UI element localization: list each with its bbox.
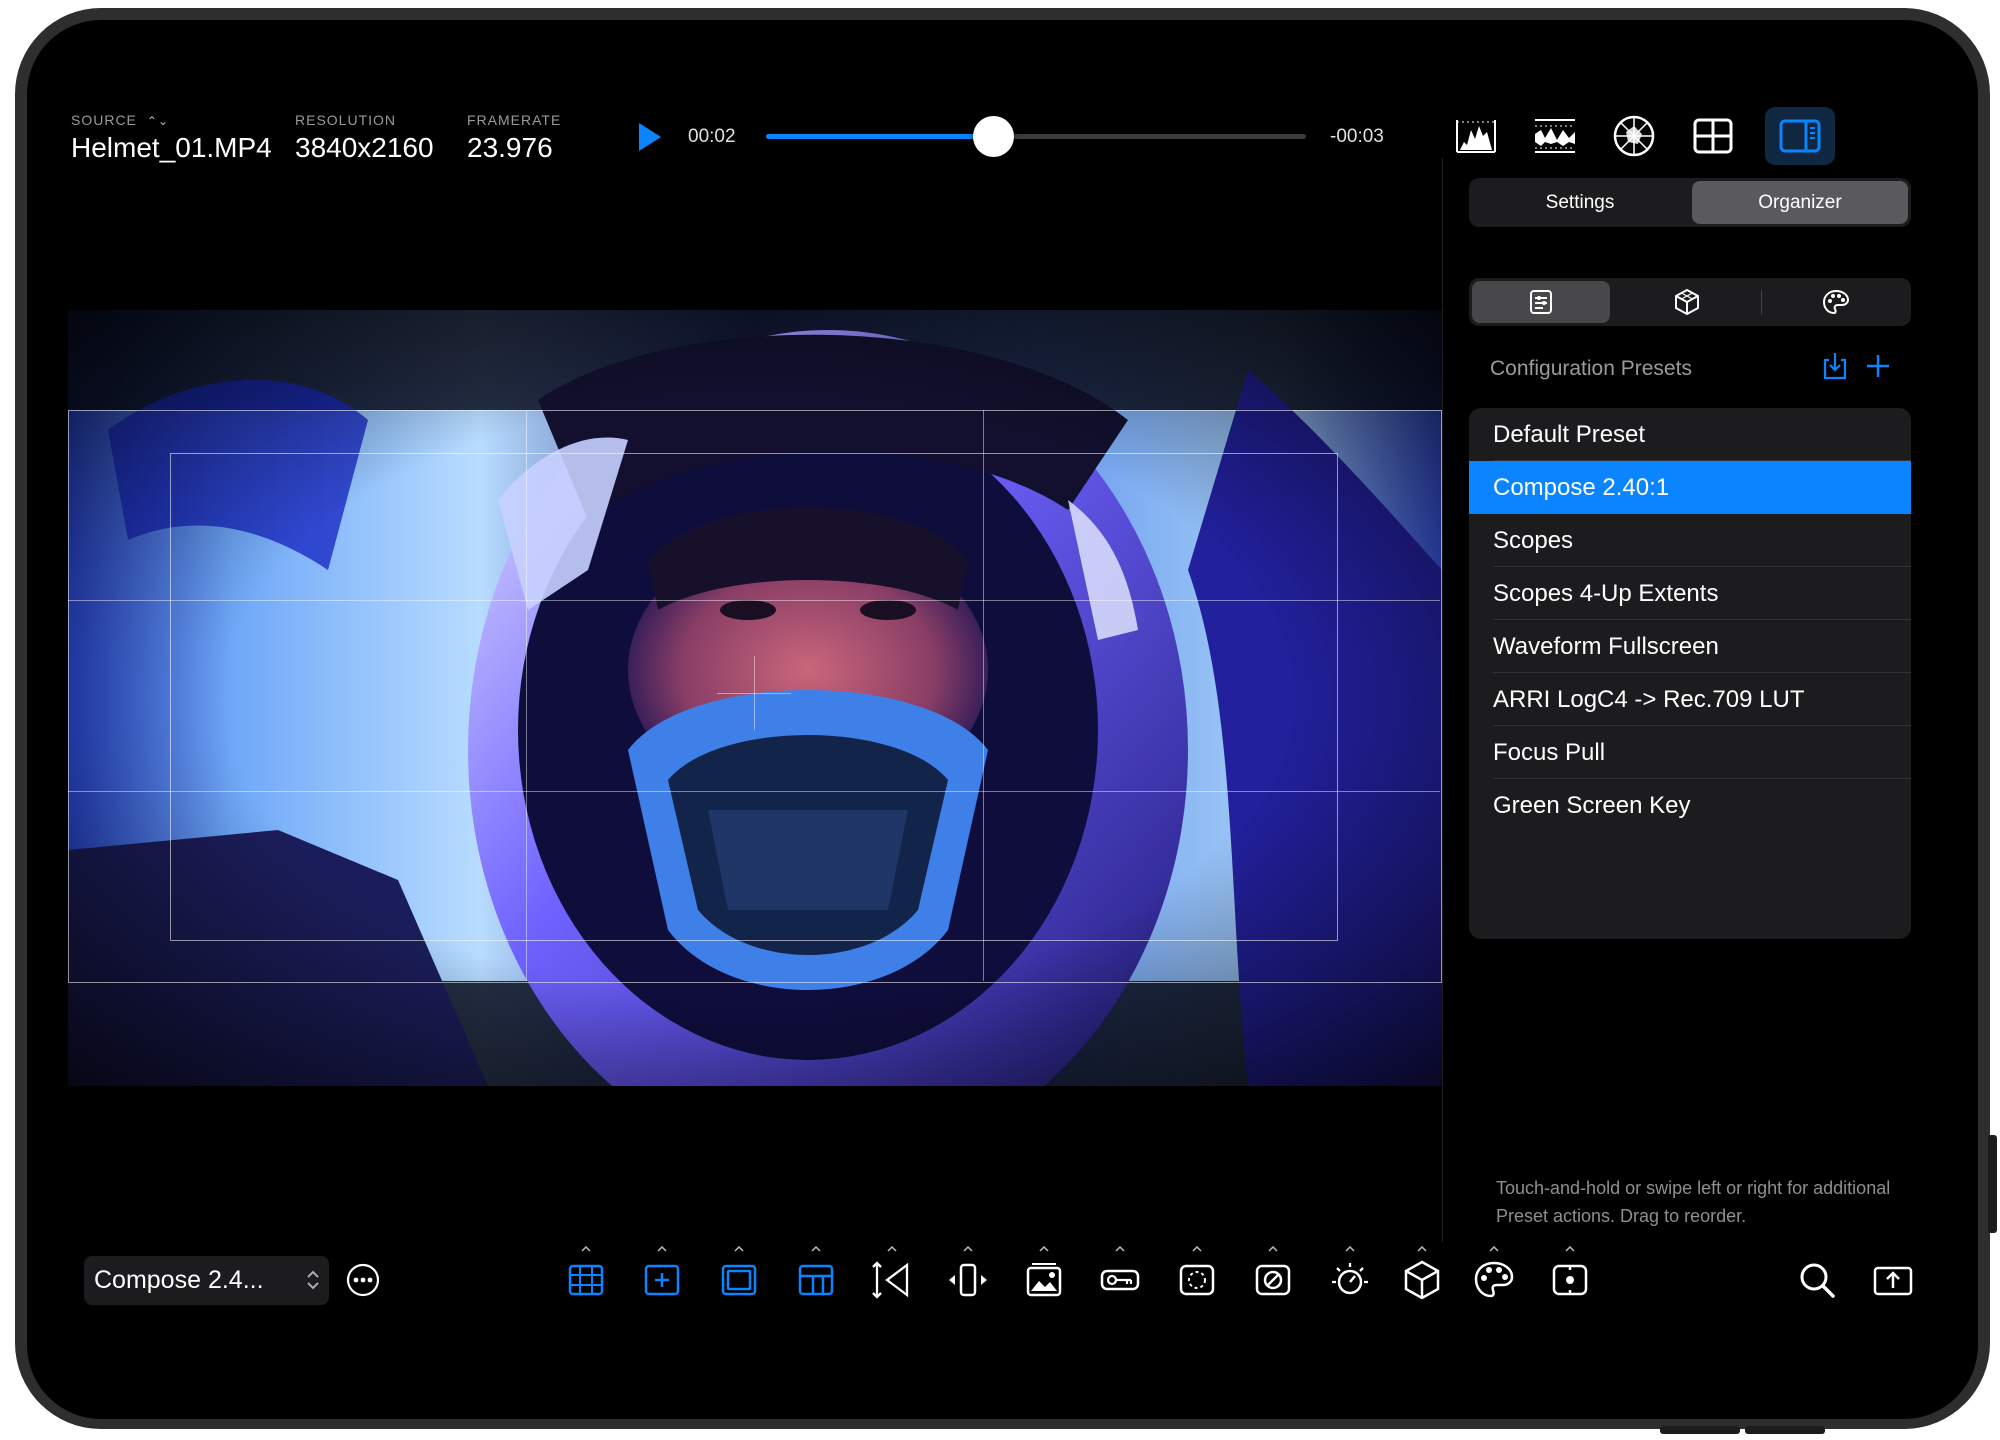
sidebar-icon[interactable]	[1765, 107, 1835, 165]
caret-icon	[581, 1246, 591, 1252]
caret-icon	[1039, 1246, 1049, 1252]
preset-list: Default Preset Compose 2.40:1 Scopes Sco…	[1469, 408, 1911, 939]
histogram-icon[interactable]	[1448, 109, 1504, 163]
preset-item[interactable]: Scopes	[1469, 514, 1911, 567]
grid-line	[983, 410, 984, 981]
caret-icon	[1489, 1246, 1499, 1252]
framerate-info: FRAMERATE 23.976	[467, 112, 561, 164]
preset-item[interactable]: Default Preset	[1469, 408, 1911, 461]
section-title: Configuration Presets	[1490, 357, 1692, 380]
crosshair-horizontal	[717, 693, 791, 694]
source-picker[interactable]: SOURCE ⌃⌄ Helmet_01.MP4	[71, 112, 272, 164]
remaining-time: -00:03	[1330, 126, 1384, 147]
scrubber-thumb[interactable]	[972, 116, 1014, 157]
panel-tab-control: Settings Organizer	[1469, 178, 1911, 227]
resolution-info: RESOLUTION 3840x2160	[295, 112, 434, 164]
lut-cube-icon[interactable]	[1617, 281, 1757, 323]
import-preset-icon[interactable]	[1816, 347, 1854, 385]
up-down-chevron-icon	[307, 1270, 319, 1290]
preset-item[interactable]: Scopes 4-Up Extents	[1469, 567, 1911, 620]
caret-icon	[1417, 1246, 1427, 1252]
caret-icon	[734, 1246, 744, 1252]
vectorscope-icon[interactable]	[1606, 109, 1662, 163]
grid-overlay-icon[interactable]	[560, 1246, 612, 1306]
configuration-icon[interactable]	[1472, 281, 1610, 323]
hint-text: Touch-and-hold or swipe left or right fo…	[1496, 1178, 1891, 1226]
image-overlay-icon[interactable]	[1018, 1246, 1070, 1306]
crosshair-icon[interactable]	[636, 1246, 688, 1306]
color-icon[interactable]	[1468, 1246, 1520, 1306]
focus-assist-icon[interactable]	[1544, 1246, 1596, 1306]
caret-icon	[657, 1246, 667, 1252]
preset-category-control	[1469, 278, 1911, 326]
exposure-icon[interactable]	[1324, 1246, 1376, 1306]
elapsed-time: 00:02	[688, 126, 736, 147]
anamorphic-icon[interactable]	[866, 1246, 918, 1306]
grid-layout-icon[interactable]	[1685, 109, 1741, 163]
preset-item[interactable]: Waveform Fullscreen	[1469, 620, 1911, 673]
flip-icon[interactable]	[942, 1246, 994, 1306]
source-value: Helmet_01.MP4	[71, 132, 272, 163]
play-icon[interactable]	[634, 120, 664, 154]
zebra-icon[interactable]	[1247, 1246, 1299, 1306]
video-viewer[interactable]	[68, 310, 1442, 1086]
preset-item[interactable]: Green Screen Key	[1469, 779, 1911, 832]
resolution-label: RESOLUTION	[295, 112, 397, 128]
key-icon[interactable]	[1094, 1246, 1146, 1306]
current-preset-label: Compose 2.4...	[94, 1266, 264, 1294]
caret-icon	[1268, 1246, 1278, 1252]
caret-icon	[963, 1246, 973, 1252]
grid-line	[526, 410, 527, 981]
more-options-icon[interactable]	[346, 1263, 380, 1297]
add-preset-icon[interactable]	[1859, 347, 1897, 385]
grid-line	[68, 600, 1440, 601]
caret-icon	[1192, 1246, 1202, 1252]
grid-line	[68, 791, 1440, 792]
caret-icon	[887, 1246, 897, 1252]
caret-icon	[1115, 1246, 1125, 1252]
resolution-value: 3840x2160	[295, 132, 434, 163]
caret-icon	[811, 1246, 821, 1252]
up-down-chevron-icon: ⌃⌄	[146, 114, 170, 128]
panel-divider	[1442, 158, 1443, 1242]
scrubber[interactable]	[766, 116, 1306, 157]
search-icon[interactable]	[1791, 1254, 1843, 1306]
preset-item[interactable]: ARRI LogC4 -> Rec.709 LUT	[1469, 673, 1911, 726]
tab-organizer[interactable]: Organizer	[1692, 181, 1908, 224]
waveform-icon[interactable]	[1527, 109, 1583, 163]
preset-item[interactable]: Compose 2.40:1	[1469, 461, 1911, 514]
palette-icon[interactable]	[1766, 281, 1906, 323]
false-color-icon[interactable]	[1171, 1246, 1223, 1306]
framerate-label: FRAMERATE	[467, 112, 562, 128]
current-preset-picker[interactable]: Compose 2.4...	[84, 1256, 329, 1305]
source-label: SOURCE	[71, 112, 137, 128]
app-screen: SOURCE ⌃⌄ Helmet_01.MP4 RESOLUTION 3840x2…	[27, 20, 1978, 1419]
caret-icon	[1345, 1246, 1355, 1252]
tab-settings[interactable]: Settings	[1472, 181, 1688, 224]
segment-separator	[1761, 290, 1762, 314]
lut-icon[interactable]	[1396, 1246, 1448, 1306]
bottom-button-right	[1745, 1426, 1825, 1434]
bottom-button-left	[1660, 1426, 1740, 1434]
export-icon[interactable]	[1867, 1254, 1919, 1306]
preset-item[interactable]: Focus Pull	[1469, 726, 1911, 779]
safe-area-icon[interactable]	[790, 1246, 842, 1306]
scrubber-progress	[766, 134, 993, 139]
framerate-value: 23.976	[467, 132, 553, 163]
frame-guide-icon[interactable]	[713, 1246, 765, 1306]
caret-icon	[1565, 1246, 1575, 1252]
side-button	[1988, 1135, 1997, 1233]
